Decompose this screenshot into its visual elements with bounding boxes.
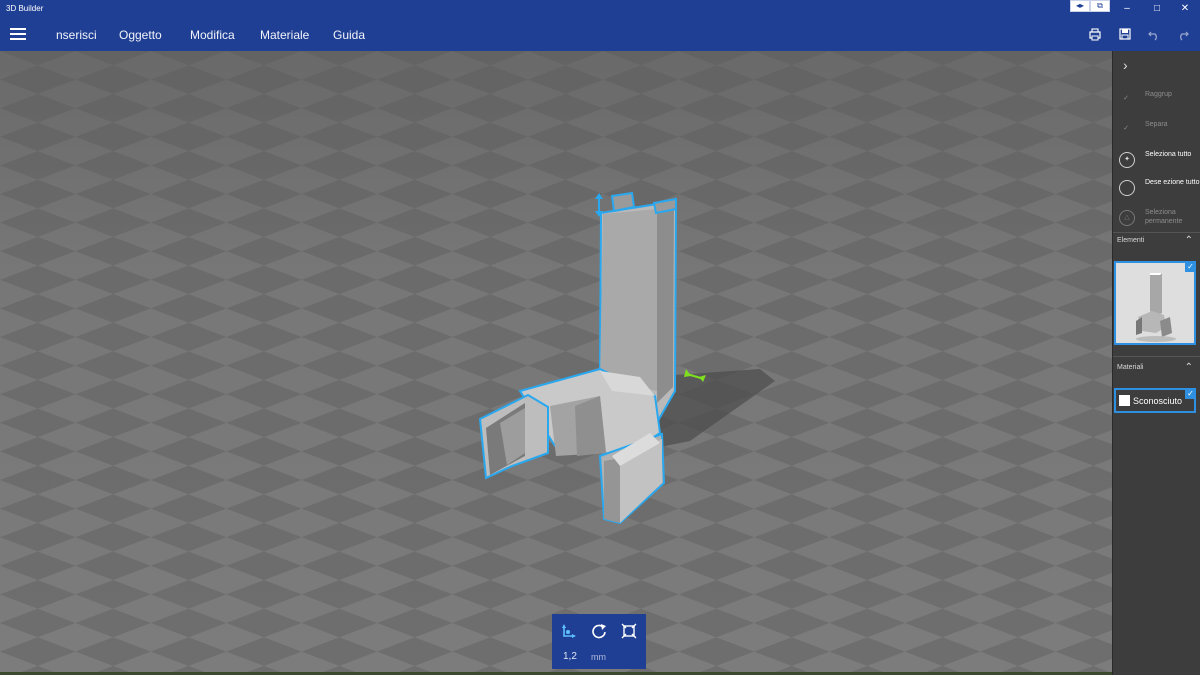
check-icon[interactable]: ✓ <box>1185 261 1196 272</box>
collapse-panel-icon[interactable]: › <box>1123 57 1128 73</box>
elements-title: Elementi <box>1117 237 1145 244</box>
menu-bar: nserisci Oggetto Modifica Materiale Guid… <box>0 18 1200 51</box>
menu-materiale[interactable]: Materiale <box>260 28 309 42</box>
divider <box>1113 232 1200 233</box>
hamburger-menu-icon[interactable] <box>10 28 26 40</box>
material-item[interactable]: Sconosciuto ✓ <box>1114 388 1196 413</box>
materials-header[interactable]: Materiali ⌃ <box>1117 362 1199 376</box>
elements-header[interactable]: Elementi ⌃ <box>1117 235 1199 249</box>
transform-toolbar: 1,2 mm <box>552 614 646 669</box>
material-swatch <box>1119 395 1130 406</box>
menu-guida[interactable]: Guida <box>333 28 365 42</box>
maximize-button[interactable]: □ <box>1142 2 1172 16</box>
divider <box>1113 356 1200 357</box>
3d-viewport[interactable] <box>0 51 1112 675</box>
transform-value[interactable]: 1,2 <box>563 651 577 662</box>
rotate-icon[interactable] <box>589 622 609 640</box>
select-all-icon: ✦ <box>1119 152 1135 168</box>
3d-model[interactable] <box>0 51 1112 675</box>
scale-icon[interactable] <box>619 622 639 640</box>
app-title: 3D Builder <box>6 4 44 13</box>
caret-up-icon[interactable]: ⌃ <box>1185 362 1193 373</box>
caret-up-icon[interactable]: ⌃ <box>1185 235 1193 246</box>
menu-inserisci[interactable]: nserisci <box>56 28 97 42</box>
redo-icon[interactable] <box>1176 27 1190 41</box>
save-icon[interactable] <box>1118 27 1132 41</box>
snap-view-button[interactable]: ⧉ <box>1090 0 1110 12</box>
ungroup-icon: ✓ <box>1123 125 1129 132</box>
menu-modifica[interactable]: Modifica <box>190 28 235 42</box>
select-all-label: Seleziona tutto <box>1145 151 1192 158</box>
move-icon[interactable] <box>558 622 578 640</box>
group-icon: ✓ <box>1123 95 1129 102</box>
select-permanent-icon: △ <box>1119 210 1135 226</box>
deselect-all-label: Dese ezione tutto <box>1145 179 1200 186</box>
separate-label: Separa <box>1145 121 1168 128</box>
right-panel: › ✓ Raggrup ✓ Separa ✦ Seleziona tutto D… <box>1112 51 1200 675</box>
material-name: Sconosciuto <box>1133 396 1183 406</box>
close-button[interactable]: ✕ <box>1170 2 1200 16</box>
separate-button[interactable]: ✓ Separa <box>1117 117 1199 143</box>
undo-icon[interactable] <box>1147 27 1161 41</box>
select-permanent-label: Seleziona permanente <box>1145 209 1183 225</box>
check-icon[interactable]: ✓ <box>1185 388 1196 399</box>
transform-unit: mm <box>591 652 606 662</box>
menu-oggetto[interactable]: Oggetto <box>119 28 162 42</box>
print-icon[interactable] <box>1088 27 1102 41</box>
restore-view-button[interactable]: ◂▸ <box>1070 0 1090 12</box>
deselect-all-icon <box>1119 180 1135 196</box>
deselect-all-button[interactable]: Dese ezione tutto <box>1117 175 1199 201</box>
group-label: Raggrup <box>1145 91 1172 98</box>
group-button[interactable]: ✓ Raggrup <box>1117 87 1199 113</box>
element-thumbnail[interactable]: ✓ <box>1114 261 1196 345</box>
select-all-button[interactable]: ✦ Seleziona tutto <box>1117 147 1199 173</box>
minimize-button[interactable]: – <box>1112 2 1142 16</box>
model-thumbnail-icon <box>1116 263 1194 343</box>
materials-title: Materiali <box>1117 364 1144 371</box>
select-permanent-button[interactable]: △ Seleziona permanente <box>1117 205 1199 231</box>
window-titlebar: 3D Builder ◂▸ ⧉ – □ ✕ <box>0 0 1200 18</box>
